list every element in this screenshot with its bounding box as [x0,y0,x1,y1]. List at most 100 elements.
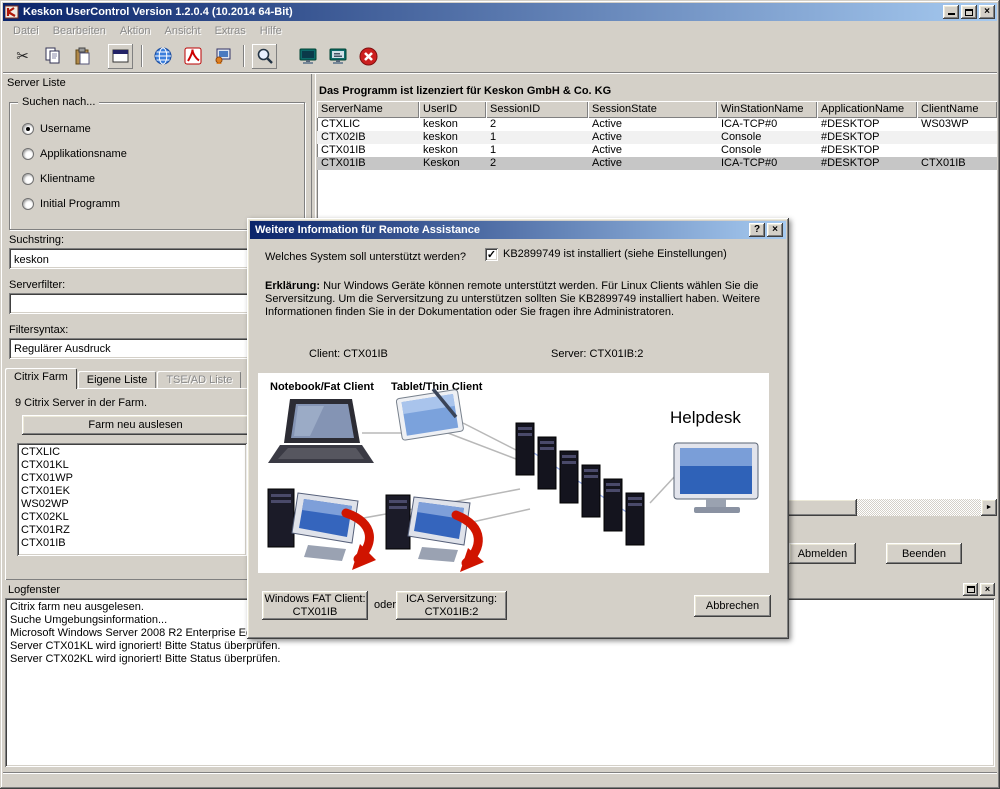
console-monitor-button[interactable] [296,44,321,69]
search-button[interactable] [252,44,277,69]
log-panel-title: Logfenster [8,584,60,596]
assistance-illustration: Notebook/Fat Client Tablet/Thin Client H… [258,373,769,573]
paste-button[interactable] [70,44,95,69]
explanation-text: Nur Windows Geräte können remote unterst… [265,280,760,318]
pdf-button[interactable] [180,44,205,69]
dialog-titlebar[interactable]: Weitere Information für Remote Assistanc… [250,221,786,239]
list-item[interactable]: CTX01KL [21,459,247,472]
cell-winstationname: ICA-TCP#0 [717,157,817,170]
remote-monitor-button[interactable] [326,44,351,69]
toolbar-separator [243,45,245,67]
menu-datei[interactable]: Datei [6,23,46,39]
button-value: CTX01IB [293,606,338,619]
close-button[interactable]: × [979,5,995,19]
radio-applikationsname[interactable]: Applikationsname [22,148,127,160]
radio-icon [22,173,34,185]
radio-label: Username [40,123,91,135]
cell-applicationname: #DESKTOP [817,131,917,144]
oder-text: oder [374,599,396,611]
windows-fat-client-button[interactable]: Windows FAT Client: CTX01IB [262,591,368,620]
menu-extras[interactable]: Extras [208,23,253,39]
radio-initial-programm[interactable]: Initial Programm [22,198,120,210]
column-header-servername[interactable]: ServerName [317,101,419,118]
log-dock-button[interactable] [963,583,978,596]
farm-refresh-button[interactable]: Farm neu auslesen [22,415,249,435]
checkbox-label: KB2899749 ist installiert (siehe Einstel… [503,248,727,260]
cell-sessionid: 1 [486,144,588,157]
beenden-button[interactable]: Beenden [886,543,962,564]
user-session-button[interactable] [210,44,235,69]
radio-klientname[interactable]: Klientname [22,173,95,185]
menu-aktion[interactable]: Aktion [113,23,158,39]
log-close-button[interactable]: × [980,583,995,596]
radio-label: Klientname [40,173,95,185]
form-window-icon [112,48,130,64]
server-listbox[interactable]: CTXLIC CTX01KL CTX01WP CTX01EK WS02WP CT… [17,443,247,556]
column-header-sessionstate[interactable]: SessionState [588,101,717,118]
list-item[interactable]: CTX01RZ [21,524,247,537]
form-window-button[interactable] [108,44,133,69]
column-header-winstationname[interactable]: WinStationName [717,101,817,118]
table-row[interactable]: CTXLIC keskon 2 Active ICA-TCP#0 #DESKTO… [317,118,997,131]
tab-eigene-liste[interactable]: Eigene Liste [78,371,157,389]
server-stack-graphic [516,423,644,545]
server-list-tabs: Citrix Farm Eigene Liste TSE/AD Liste [5,369,242,389]
minimize-button[interactable] [943,5,959,19]
window-titlebar[interactable]: Keskon UserControl Version 1.2.0.4 (10.2… [3,3,997,21]
helpdesk-monitor-graphic [674,443,758,513]
search-icon [256,47,274,65]
column-header-clientname[interactable]: ClientName [917,101,997,118]
list-item[interactable]: CTX01IB [21,537,247,550]
column-header-applicationname[interactable]: ApplicationName [817,101,917,118]
radio-icon [22,123,34,135]
dialog-title: Weitere Information für Remote Assistanc… [255,224,747,236]
suchstring-label: Suchstring: [9,234,64,246]
tab-citrix-farm[interactable]: Citrix Farm [5,368,77,389]
web-button[interactable] [150,44,175,69]
list-item[interactable]: CTX01WP [21,472,247,485]
column-header-sessionid[interactable]: SessionID [486,101,588,118]
cell-applicationname: #DESKTOP [817,144,917,157]
desktop-client-1-graphic [268,489,376,570]
table-row[interactable]: CTX02IB keskon 1 Active Console #DESKTOP [317,131,997,144]
user-session-icon [214,47,232,65]
dialog-help-button[interactable]: ? [749,223,765,237]
column-header-userid[interactable]: UserID [419,101,486,118]
cut-button[interactable]: ✂ [10,44,35,69]
copy-button[interactable] [40,44,65,69]
disconnect-button[interactable] [356,44,381,69]
list-item[interactable]: CTX02KL [21,511,247,524]
cell-clientname: CTX01IB [917,157,997,170]
arrow-right-icon: ► [986,504,993,511]
abmelden-button[interactable]: Abmelden [789,543,856,564]
checkbox-checked-icon[interactable]: ✓ [485,248,498,261]
ica-serversitzung-button[interactable]: ICA Serversitzung: CTX01IB:2 [396,591,507,620]
cell-winstationname: ICA-TCP#0 [717,118,817,131]
scroll-right-button[interactable]: ► [981,499,997,516]
cell-winstationname: Console [717,131,817,144]
table-row-selected[interactable]: CTX01IB Keskon 2 Active ICA-TCP#0 #DESKT… [317,157,997,170]
dock-icon [967,586,975,593]
dialog-close-button[interactable]: × [767,223,783,237]
menu-bearbeiten[interactable]: Bearbeiten [46,23,113,39]
button-label: Farm neu auslesen [88,419,182,431]
cell-sessionstate: Active [588,144,717,157]
menu-bar: Datei Bearbeiten Aktion Ansicht Extras H… [3,21,997,40]
explanation-label: Erklärung: [265,280,320,292]
cell-userid: keskon [419,131,486,144]
list-item[interactable]: CTXLIC [21,446,247,459]
table-row[interactable]: CTX01IB keskon 1 Active Console #DESKTOP [317,144,997,157]
cell-clientname: WS03WP [917,118,997,131]
cell-userid: keskon [419,144,486,157]
illustration-graphic: Notebook/Fat Client Tablet/Thin Client H… [258,373,769,573]
maximize-button[interactable] [961,5,977,19]
menu-hilfe[interactable]: Hilfe [253,23,289,39]
abbrechen-button[interactable]: Abbrechen [694,595,771,617]
cut-icon: ✂ [16,47,29,65]
list-item[interactable]: WS02WP [21,498,247,511]
radio-username[interactable]: Username [22,123,91,135]
list-item[interactable]: CTX01EK [21,485,247,498]
pdf-icon [184,47,202,65]
menu-ansicht[interactable]: Ansicht [157,23,207,39]
kb-installed-checkbox-row[interactable]: ✓ KB2899749 ist installiert (siehe Einst… [485,248,727,261]
